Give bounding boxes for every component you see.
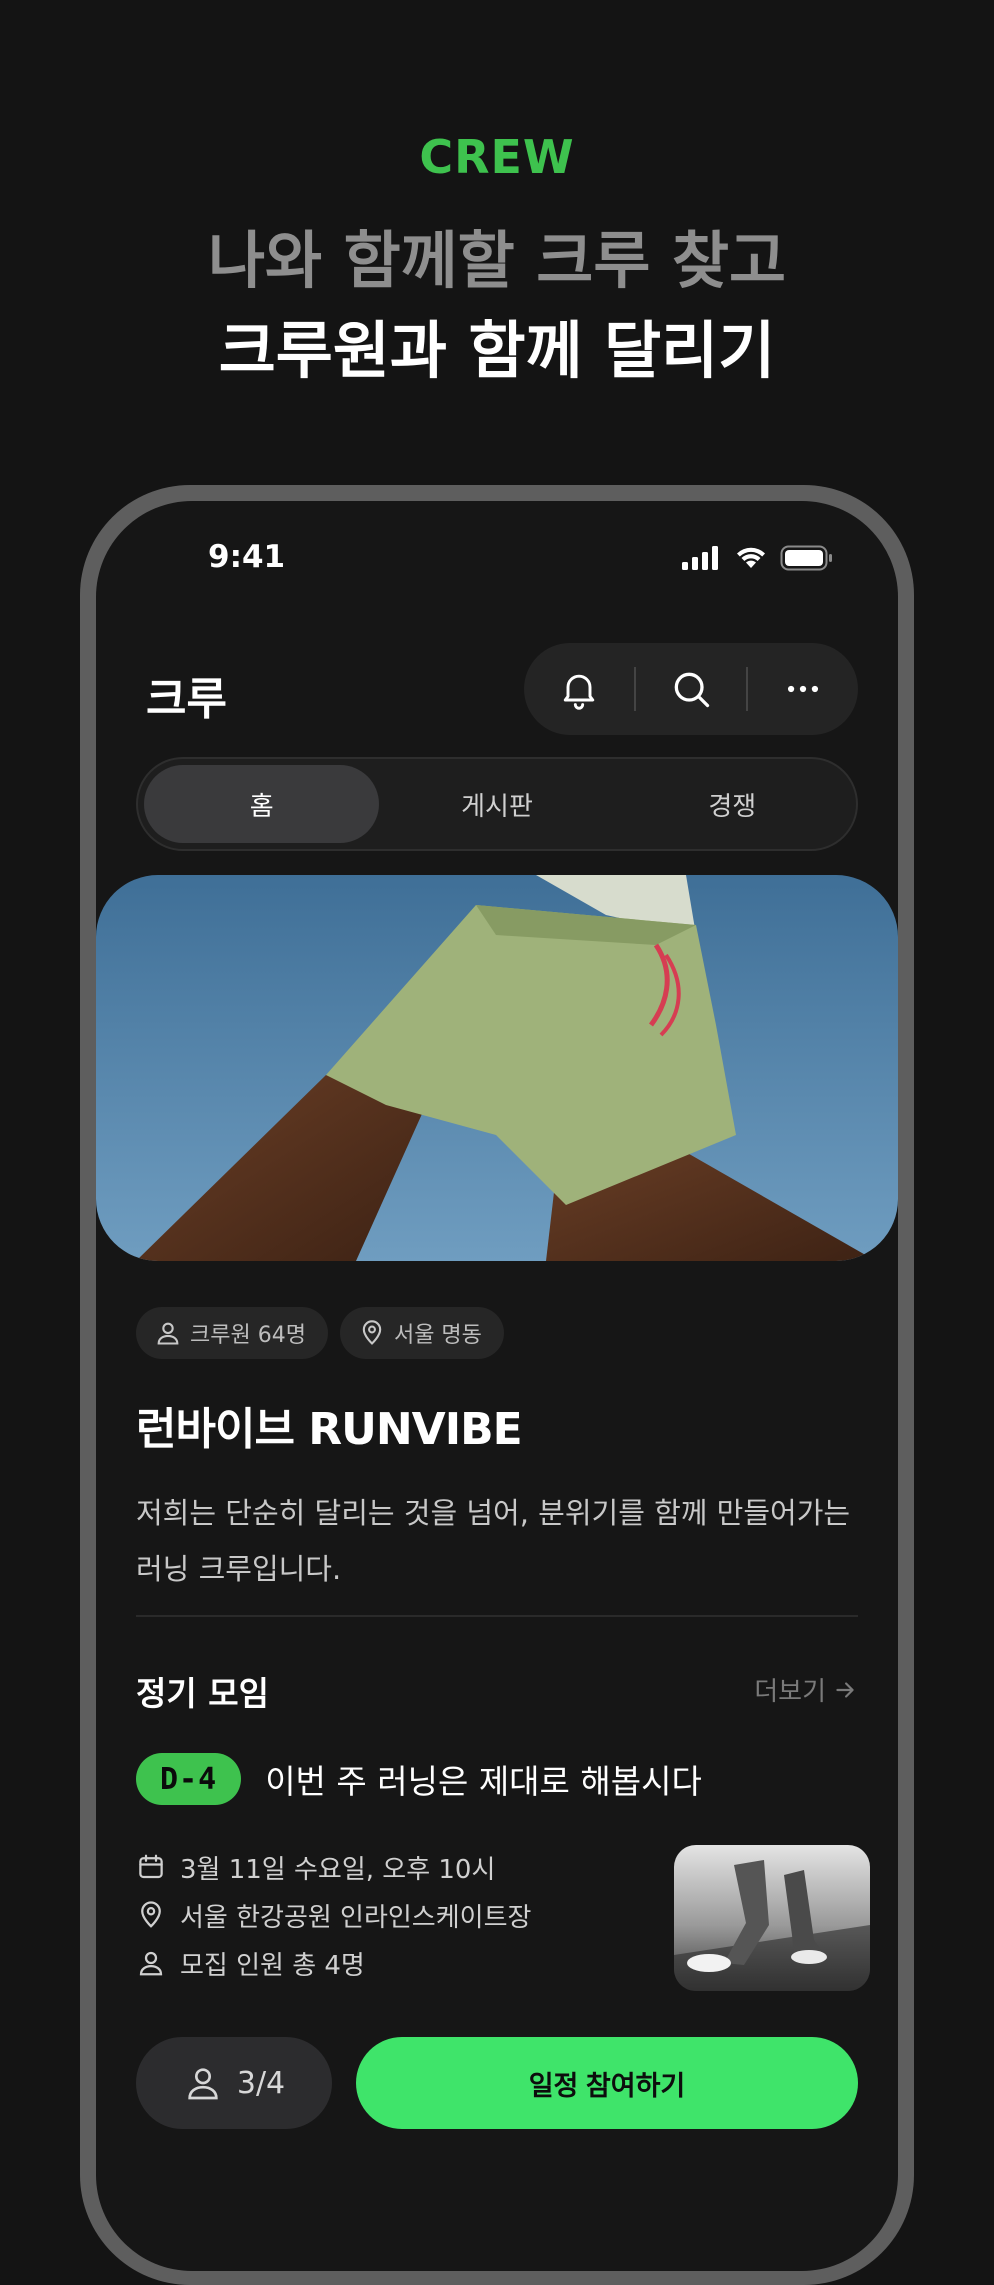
crew-tabs: 홈 게시판 경쟁 [136,757,858,851]
location-label: 서울 명동 [393,1323,482,1348]
crew-info-chips: 크루원 64명 서울 명동 [136,1307,504,1359]
more-horizontal-icon [787,685,819,693]
tab-competition[interactable]: 경쟁 [615,765,850,843]
see-more-link[interactable]: 더보기 [754,1671,858,1708]
crew-description: 저희는 단순히 달리는 것을 넘어, 분위기를 함께 만들어가는 러닝 크루입니… [136,1496,851,1586]
notifications-button[interactable] [524,643,634,735]
status-icons [682,545,834,571]
meetup-datetime-row: 3월 11일 수요일, 오후 10시 [136,1843,531,1891]
promo-headline-line1: 나와 함께할 크루 찾고 [207,224,787,297]
phone-screen: 9:41 크루 홈 게시판 경쟁 크루원 64명 서울 명동 런바이브 RUNV… [96,501,898,2271]
app-header: 크루 [96,643,898,743]
meetup-title[interactable]: 이번 주 러닝은 제대로 해봅시다 [265,1755,702,1803]
bell-icon [563,674,595,710]
promo-kicker: CREW [419,130,575,184]
dday-badge: D-4 [136,1753,242,1805]
meetup-info-list: 3월 11일 수요일, 오후 10시 서울 한강공원 인라인스케이트장 모집 인… [136,1843,531,1987]
tab-board[interactable]: 게시판 [379,765,614,843]
section-title: 정기 모임 [136,1674,269,1713]
meetup-actions: 3/4 일정 참여하기 [136,2037,858,2129]
join-schedule-button[interactable]: 일정 참여하기 [356,2037,858,2129]
meetup-recruit: 모집 인원 총 4명 [180,1950,365,1981]
promo-header: CREW 나와 함께할 크루 찾고 크루원과 함께 달리기 [0,0,994,470]
meetup-title-row: D-4 이번 주 러닝은 제대로 해봅시다 [136,1753,702,1805]
section-divider [136,1615,858,1617]
location-pin-icon [141,1901,161,1928]
person-icon [139,1951,163,1976]
location-chip: 서울 명동 [339,1307,504,1359]
regular-meetup-header: 정기 모임 더보기 [136,1663,858,1715]
location-pin-icon [362,1320,382,1345]
page-title: 크루 [146,674,227,725]
search-icon [674,672,710,708]
crew-cover-image [96,875,898,1261]
arrow-right-icon [836,1681,854,1698]
meetup-recruit-row: 모집 인원 총 4명 [136,1939,531,1987]
phone-frame: 9:41 크루 홈 게시판 경쟁 크루원 64명 서울 명동 런바이브 RUNV… [80,485,914,2285]
person-icon [188,2068,218,2100]
header-actions [524,643,858,735]
cellular-signal-icon [682,546,718,570]
participant-count: 3/4 [236,2065,286,2101]
person-icon [157,1322,179,1345]
participant-count-button[interactable]: 3/4 [136,2037,332,2129]
more-options-button[interactable] [748,643,858,735]
tab-home[interactable]: 홈 [144,765,380,843]
meetup-thumbnail [674,1845,870,1991]
member-count-label: 크루원 64명 [190,1323,306,1348]
crew-name: 런바이브 RUNVIBE [136,1404,523,1455]
member-count-chip: 크루원 64명 [136,1307,328,1359]
meetup-place-row: 서울 한강공원 인라인스케이트장 [136,1891,531,1939]
calendar-icon [139,1854,163,1879]
see-more-label: 더보기 [754,1677,826,1707]
meetup-place: 서울 한강공원 인라인스케이트장 [180,1902,532,1933]
meetup-datetime: 3월 11일 수요일, 오후 10시 [180,1854,496,1885]
status-time: 9:41 [208,539,286,575]
wifi-icon [737,547,765,568]
status-bar: 9:41 [96,501,898,591]
search-button[interactable] [636,643,746,735]
promo-headline-line2: 크루원과 함께 달리기 [218,314,776,387]
battery-icon [780,545,832,571]
